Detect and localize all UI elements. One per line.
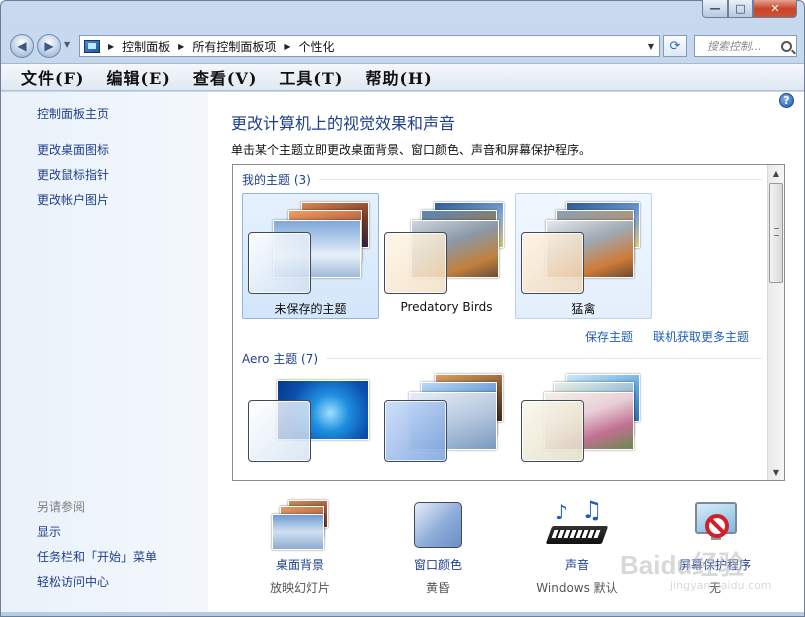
window-color-icon (408, 500, 468, 550)
theme-tile-unsaved[interactable]: 未保存的主题 (242, 193, 379, 319)
change-account-picture-link[interactable]: 更改帐户图片 (37, 191, 109, 208)
desktop-background-label[interactable]: 桌面背景 (245, 556, 355, 573)
page-title: 更改计算机上的视觉效果和声音 (231, 114, 456, 133)
title-bar[interactable]: — □ ✕ (0, 0, 803, 28)
scroll-grip-icon (774, 228, 779, 236)
menu-file[interactable]: 文件(F) (21, 65, 85, 89)
forward-arrow-icon: ▶ (44, 39, 54, 53)
breadcrumb: ▶ 个性化 (284, 38, 334, 55)
theme-list-scrollbar[interactable]: ▲ ▼ (767, 165, 784, 480)
aero-theme-tile[interactable] (378, 371, 515, 480)
sound-icon: ♪ ♫ (545, 496, 609, 550)
window-color-swatch (384, 400, 447, 462)
menu-help[interactable]: 帮助(H) (365, 65, 432, 89)
sounds-value: Windows 默认 (536, 581, 618, 595)
breadcrumb-separator-icon[interactable]: ▶ (178, 42, 184, 51)
watermark-logo: Baidu经验 (620, 550, 745, 580)
scroll-thumb[interactable] (769, 183, 783, 283)
watermark-url: jingyan.baidu.com (670, 579, 772, 592)
search-icon[interactable] (781, 40, 792, 52)
my-themes-heading: 我的主题 (3) (242, 171, 762, 188)
window-color-label[interactable]: 窗口颜色 (383, 556, 493, 573)
control-panel-icon (84, 39, 100, 53)
breadcrumb: ▶ 所有控制面板项 (178, 38, 276, 55)
back-button[interactable]: ◀ (10, 34, 34, 58)
address-bar[interactable]: ▶ 控制面板 ▶ 所有控制面板项 ▶ 个性化 ▼ (79, 35, 660, 57)
window-color-swatch (521, 232, 584, 294)
breadcrumb-control-panel[interactable]: 控制面板 (122, 38, 170, 55)
change-mouse-pointers-link[interactable]: 更改鼠标指针 (37, 166, 109, 183)
see-also-taskbar-link[interactable]: 任务栏和「开始」菜单 (37, 548, 157, 565)
breadcrumb: ▶ 控制面板 (108, 38, 170, 55)
back-arrow-icon: ◀ (17, 39, 27, 53)
control-panel-home-link[interactable]: 控制面板主页 (37, 105, 109, 122)
left-navigation-pane: 控制面板主页 更改桌面图标 更改鼠标指针 更改帐户图片 另请参阅 显示 任务栏和… (1, 92, 208, 612)
theme-name: 猛禽 (571, 302, 596, 316)
aero-theme-tile[interactable] (515, 371, 652, 480)
breadcrumb-all-items[interactable]: 所有控制面板项 (192, 38, 276, 55)
window-color-setting[interactable]: 窗口颜色 黄昏 (383, 500, 493, 596)
desktop-background-value: 放映幻灯片 (269, 581, 330, 595)
page-description: 单击某个主题立即更改桌面背景、窗口颜色、声音和屏幕保护程序。 (231, 143, 592, 157)
see-also-heading: 另请参阅 (37, 500, 86, 514)
recent-pages-dropdown-icon[interactable]: ▼ (64, 40, 70, 49)
sounds-setting[interactable]: ♪ ♫ 声音 Windows 默认 (522, 496, 632, 596)
theme-tile-predatory-birds[interactable]: Predatory Birds (378, 193, 515, 319)
aero-themes-heading-label: Aero 主题 (7) (242, 352, 319, 366)
screen-saver-icon (685, 500, 745, 550)
see-also-display-link[interactable]: 显示 (37, 523, 61, 540)
menu-tools[interactable]: 工具(T) (279, 65, 343, 89)
theme-name: Predatory Birds (400, 300, 493, 314)
refresh-button[interactable]: ⟳ (663, 35, 687, 57)
window-color-swatch (521, 400, 584, 462)
address-dropdown-icon[interactable]: ▼ (643, 42, 659, 51)
menu-bar: 文件(F) 编辑(E) 查看(V) 工具(T) 帮助(H) (1, 63, 804, 91)
main-content: ? 更改计算机上的视觉效果和声音 单击某个主题立即更改桌面背景、窗口颜色、声音和… (208, 92, 804, 612)
desktop-background-setting[interactable]: 桌面背景 放映幻灯片 (245, 500, 355, 596)
minimize-button[interactable]: — (702, 0, 728, 18)
close-button[interactable]: ✕ (753, 0, 797, 18)
menu-view[interactable]: 查看(V) (193, 65, 258, 89)
search-input[interactable]: 搜索控制... (694, 35, 797, 57)
theme-list[interactable]: 我的主题 (3) 未保存的主题 Predatory Birds 猛禽 保存主题 … (232, 164, 785, 481)
search-placeholder: 搜索控制... (707, 40, 762, 53)
theme-tile-raptors[interactable]: 猛禽 (515, 193, 652, 319)
refresh-icon: ⟳ (669, 38, 681, 54)
aero-theme-tile[interactable] (242, 371, 379, 480)
forward-button[interactable]: ▶ (37, 34, 61, 58)
change-desktop-icons-link[interactable]: 更改桌面图标 (37, 141, 109, 158)
caption-buttons: — □ ✕ (702, 0, 797, 18)
theme-name: 未保存的主题 (274, 302, 347, 316)
window-color-swatch (248, 232, 311, 294)
my-themes-heading-label: 我的主题 (3) (242, 173, 311, 187)
window-color-value: 黄昏 (425, 581, 450, 595)
menu-edit[interactable]: 编辑(E) (107, 65, 171, 89)
see-also-ease-of-access-link[interactable]: 轻松访问中心 (37, 573, 109, 590)
get-more-themes-link[interactable]: 联机获取更多主题 (653, 328, 749, 345)
sounds-label[interactable]: 声音 (522, 556, 632, 573)
aero-themes-heading: Aero 主题 (7) (242, 350, 762, 367)
section-divider (326, 358, 762, 359)
help-icon[interactable]: ? (779, 93, 794, 108)
baidu-watermark: Baidu经验 jingyan.baidu.com (620, 545, 800, 605)
save-theme-link[interactable]: 保存主题 (585, 328, 633, 345)
navigation-bar: ◀ ▶ ▼ ▶ 控制面板 ▶ 所有控制面板项 ▶ 个性化 ▼ ⟳ 搜索控制... (0, 30, 803, 62)
breadcrumb-separator-icon[interactable]: ▶ (284, 42, 290, 51)
maximize-button[interactable]: □ (728, 0, 753, 18)
section-divider (318, 179, 762, 180)
scroll-up-icon[interactable]: ▲ (768, 165, 784, 181)
scroll-down-icon[interactable]: ▼ (768, 464, 784, 480)
breadcrumb-separator-icon[interactable]: ▶ (108, 42, 114, 51)
desktop-background-icon (270, 500, 330, 550)
window-color-swatch (384, 232, 447, 294)
window-color-swatch (248, 400, 311, 462)
breadcrumb-personalization[interactable]: 个性化 (299, 38, 335, 55)
